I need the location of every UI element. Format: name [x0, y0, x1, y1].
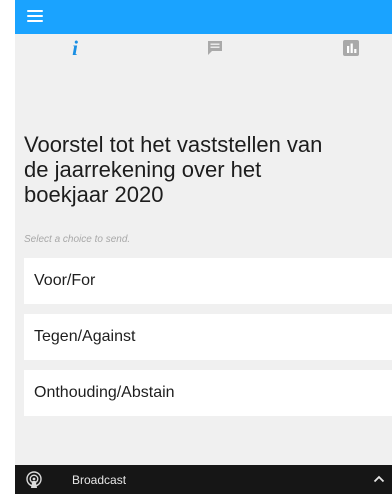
broadcast-label: Broadcast	[72, 473, 127, 487]
tab-results[interactable]	[321, 34, 381, 76]
app-frame: i Voorstel tot het vaststellen van de ja…	[15, 0, 392, 494]
broadcast-bar[interactable]: Broadcast	[15, 465, 392, 494]
tab-info[interactable]: i	[45, 34, 105, 76]
choice-list: Voor/For Tegen/Against Onthouding/Abstai…	[24, 258, 392, 426]
info-icon: i	[72, 35, 78, 60]
hamburger-menu-icon[interactable]	[27, 9, 43, 23]
choice-abstain-button[interactable]: Onthouding/Abstain	[24, 370, 392, 416]
chevron-up-icon[interactable]	[373, 474, 385, 484]
results-chart-icon	[343, 40, 359, 56]
tab-bar: i	[15, 34, 392, 76]
tab-chat[interactable]	[185, 34, 245, 76]
top-bar	[15, 0, 392, 34]
chat-icon	[208, 41, 222, 55]
choice-for-button[interactable]: Voor/For	[24, 258, 392, 304]
poll-question-title: Voorstel tot het vaststellen van de jaar…	[24, 132, 323, 207]
broadcast-icon	[26, 471, 42, 488]
poll-hint-text: Select a choice to send.	[24, 234, 131, 245]
choice-against-button[interactable]: Tegen/Against	[24, 314, 392, 360]
